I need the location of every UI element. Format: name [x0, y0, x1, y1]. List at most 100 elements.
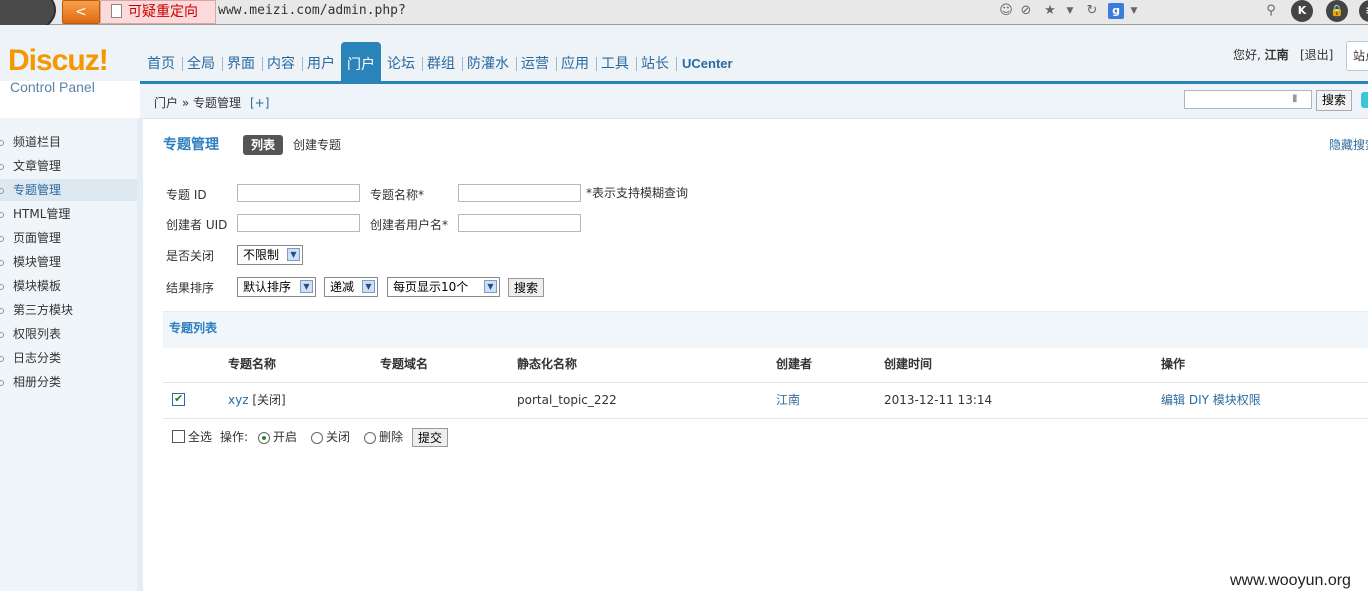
nav-divider [262, 57, 263, 71]
back-button[interactable]: < [62, 0, 100, 24]
per-page-select[interactable]: 每页显示10个 ▼ [387, 277, 500, 297]
static-name-cell: portal_topic_222 [517, 393, 617, 407]
sidebar-item-block[interactable]: 模块管理 [0, 251, 137, 273]
select-all-checkbox[interactable] [172, 430, 185, 443]
sidebar-item-page[interactable]: 页面管理 [0, 227, 137, 249]
radio-delete[interactable] [364, 432, 376, 444]
topic-id-input[interactable] [237, 184, 360, 202]
sidebar-item-label: 相册分类 [13, 375, 62, 389]
nav-divider [462, 57, 463, 71]
sidebar-item-label: 文章管理 [13, 159, 62, 173]
sidebar-item-html[interactable]: HTML管理 [0, 203, 137, 225]
k-extension-button[interactable]: K [1291, 0, 1313, 22]
select-all-label: 全选 [188, 430, 213, 444]
chevron-down-icon: ▼ [484, 280, 497, 293]
sidebar-item-channel[interactable]: 频道栏目 [0, 131, 137, 153]
nav-global[interactable]: 全局 [187, 55, 215, 73]
edit-link[interactable]: 编辑 [1161, 393, 1185, 407]
reload-icon[interactable]: ↻ [1084, 3, 1100, 19]
bullet-icon [0, 308, 4, 314]
nav-webmaster[interactable]: 站长 [641, 55, 669, 73]
nav-operation[interactable]: 运营 [521, 55, 549, 73]
sidebar-item-third-party[interactable]: 第三方模块 [0, 299, 137, 321]
radio-close[interactable] [311, 432, 323, 444]
hide-search-link[interactable]: 隐藏搜索 [1329, 137, 1368, 153]
nav-user[interactable]: 用户 [307, 55, 335, 73]
topic-id-label: 专题 ID [166, 188, 207, 202]
sidebar-item-label: 模块管理 [13, 255, 62, 269]
browser-search-input[interactable] [1140, 2, 1260, 20]
topic-name-input[interactable] [458, 184, 581, 202]
nav-antispam[interactable]: 防灌水 [467, 55, 509, 73]
nav-divider [636, 57, 637, 71]
nav-forum[interactable]: 论坛 [387, 55, 415, 73]
user-greeting: 您好, 江南 [1233, 47, 1289, 63]
sort-field-select[interactable]: 默认排序 ▼ [237, 277, 316, 297]
nav-ucenter[interactable]: UCenter [682, 55, 733, 73]
tab-list[interactable]: 列表 [243, 135, 283, 155]
dropdown-icon[interactable]: ▼ [1062, 3, 1078, 19]
block-icon[interactable]: ⊘ [1018, 3, 1034, 19]
submit-button[interactable]: 提交 [412, 428, 448, 447]
sidebar-item-label: 日志分类 [13, 351, 62, 365]
redirect-warning-badge[interactable]: 可疑重定向 [100, 0, 216, 24]
nav-group[interactable]: 群组 [427, 55, 455, 73]
magnifier-icon[interactable]: ⚲ [1263, 3, 1279, 19]
sort-label: 结果排序 [166, 281, 215, 295]
row-checkbox[interactable] [172, 392, 185, 406]
sidebar-item-topic[interactable]: 专题管理 [0, 179, 137, 201]
radio-open[interactable] [258, 432, 270, 444]
extension-icon[interactable]: ☺ [998, 3, 1014, 19]
sidebar-item-block-template[interactable]: 模块模板 [0, 275, 137, 297]
sidebar-item-permissions[interactable]: 权限列表 [0, 323, 137, 345]
logout-link[interactable]: [退出] [1300, 47, 1333, 63]
breadcrumb: 门户 » 专题管理 [154, 96, 241, 110]
sidebar-item-album-category[interactable]: 相册分类 [0, 371, 137, 393]
sort-field-value: 默认排序 [243, 280, 292, 294]
topic-name-link[interactable]: xyz [228, 393, 249, 407]
creator-link[interactable]: 江南 [776, 392, 800, 408]
nav-divider [596, 57, 597, 71]
lock-button[interactable]: 🔒 [1326, 0, 1348, 22]
header-search-button[interactable]: 搜索 [1316, 90, 1352, 111]
add-shortcut-link[interactable]: [+] [250, 95, 269, 111]
per-page-value: 每页显示10个 [393, 280, 469, 294]
bookmark-star-icon[interactable]: ★ [1042, 3, 1058, 19]
nav-tools[interactable]: 工具 [601, 55, 629, 73]
nav-apps[interactable]: 应用 [561, 55, 589, 73]
logo-subtitle: Control Panel [10, 79, 95, 95]
sort-order-select[interactable]: 递减 ▼ [324, 277, 378, 297]
nav-content[interactable]: 内容 [267, 55, 295, 73]
sidebar-item-blog-category[interactable]: 日志分类 [0, 347, 137, 369]
nav-interface[interactable]: 界面 [227, 55, 255, 73]
sidebar-item-label: 页面管理 [13, 231, 62, 245]
bullet-icon [0, 260, 4, 266]
address-bar[interactable]: www.meizi.com/admin.php? [218, 2, 998, 20]
nav-portal-active[interactable]: 门户 [341, 42, 381, 81]
block-permission-link[interactable]: 模块权限 [1213, 393, 1261, 407]
diy-link[interactable]: DIY [1189, 393, 1209, 407]
creator-uid-input[interactable] [237, 214, 360, 232]
nav-home[interactable]: 首页 [147, 55, 175, 73]
nav-divider [676, 57, 677, 71]
operations-cell: 编辑 DIY 模块权限 [1161, 392, 1261, 408]
bullet-icon [0, 236, 4, 242]
column-creator: 创建者 [776, 357, 813, 371]
row-divider [163, 382, 1368, 383]
search-engine-icon[interactable]: g [1108, 3, 1124, 19]
sidebar-item-article[interactable]: 文章管理 [0, 155, 137, 177]
filter-search-button[interactable]: 搜索 [508, 278, 544, 297]
column-operations: 操作 [1161, 357, 1186, 371]
site-link[interactable]: 站点 [1346, 41, 1368, 71]
closed-select[interactable]: 不限制 ▼ [237, 245, 303, 265]
side-toggle-button[interactable] [1361, 92, 1368, 108]
radio-open-label: 开启 [273, 430, 298, 444]
sidebar-item-label: 模块模板 [13, 279, 62, 293]
username: 江南 [1264, 48, 1289, 62]
column-static-name: 静态化名称 [517, 357, 578, 371]
microphone-icon[interactable]: ▮ [1292, 93, 1300, 105]
tab-create-topic[interactable]: 创建专题 [293, 137, 341, 153]
creator-name-input[interactable] [458, 214, 581, 232]
redirect-warning-text: 可疑重定向 [128, 4, 198, 20]
bullet-icon [0, 356, 4, 362]
